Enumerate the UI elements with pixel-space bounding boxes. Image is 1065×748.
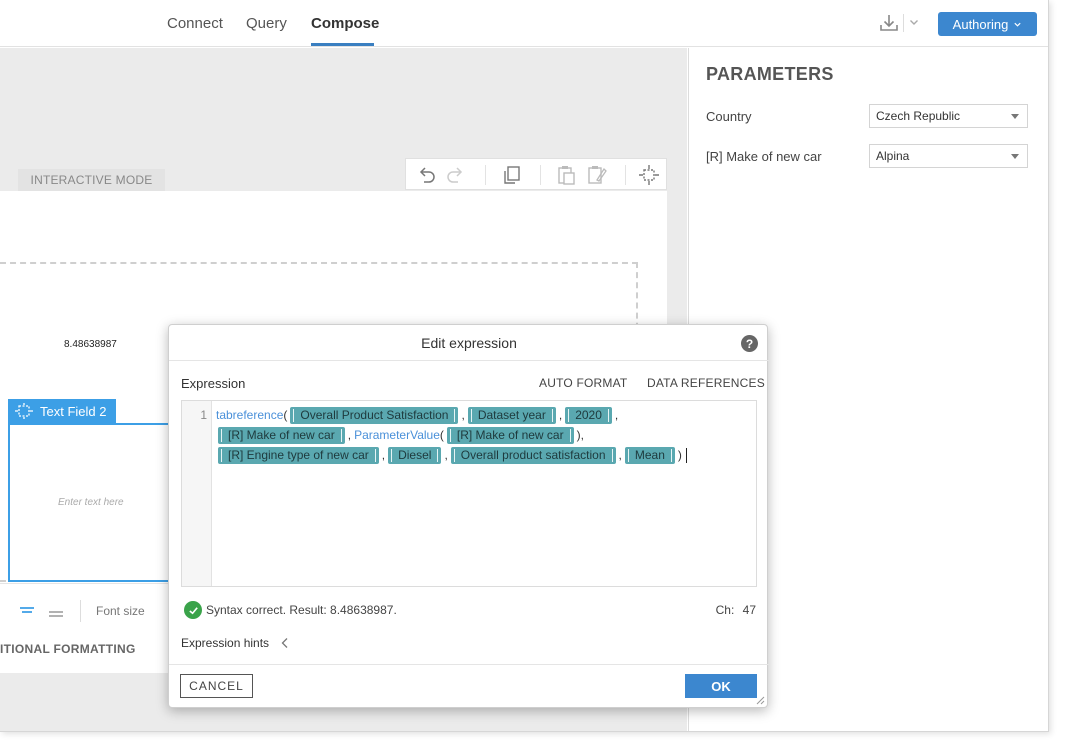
syntax-status: Syntax correct. Result: 8.48638987. bbox=[184, 601, 397, 619]
tab-query[interactable]: Query bbox=[246, 15, 287, 32]
active-tab-indicator bbox=[311, 43, 374, 46]
chevron-down-icon[interactable] bbox=[908, 16, 920, 28]
interactive-mode-tab[interactable]: INTERACTIVE MODE bbox=[18, 169, 165, 191]
select-frame-icon bbox=[15, 403, 33, 419]
syntax-status-text: Syntax correct. Result: 8.48638987. bbox=[206, 603, 397, 617]
font-size-label: Font size bbox=[96, 604, 145, 618]
ok-button[interactable]: OK bbox=[685, 674, 757, 698]
code-line: [R] Engine type of new car , Diesel , Ov… bbox=[218, 446, 687, 464]
expression-label: Expression bbox=[181, 376, 246, 391]
character-count: Ch: 47 bbox=[716, 603, 756, 617]
make-value: Alpina bbox=[876, 149, 910, 163]
paste-format-icon[interactable] bbox=[586, 164, 608, 186]
help-icon[interactable]: ? bbox=[741, 335, 758, 352]
data-reference-token[interactable]: Overall Product Satisfaction bbox=[290, 406, 459, 424]
data-reference-token[interactable]: [R] Engine type of new car bbox=[218, 446, 379, 464]
function-name: tabreference bbox=[216, 408, 284, 422]
select-frame-icon[interactable] bbox=[638, 164, 660, 186]
data-reference-token[interactable]: [R] Make of new car bbox=[446, 426, 574, 444]
tab-connect[interactable]: Connect bbox=[167, 15, 223, 32]
undo-icon[interactable] bbox=[415, 164, 437, 186]
toolbar-divider bbox=[903, 14, 904, 32]
check-circle-icon bbox=[184, 601, 202, 619]
data-reference-token[interactable]: Overall product satisfaction bbox=[450, 446, 616, 464]
param-label-make: [R] Make of new car bbox=[706, 149, 822, 164]
toolbar-divider bbox=[485, 165, 486, 185]
tab-compose[interactable]: Compose bbox=[311, 15, 379, 32]
toolbar-divider bbox=[625, 165, 626, 185]
resize-grip-icon[interactable] bbox=[755, 695, 765, 705]
function-name: ParameterValue bbox=[354, 428, 440, 442]
caret-down-icon bbox=[1011, 154, 1019, 159]
expression-hints-label: Expression hints bbox=[181, 636, 270, 650]
paste-icon[interactable] bbox=[556, 164, 578, 186]
country-select[interactable]: Czech Republic bbox=[869, 104, 1028, 128]
authoring-label: Authoring bbox=[952, 16, 1009, 32]
authoring-button[interactable]: Authoring bbox=[938, 12, 1037, 36]
data-reference-token[interactable]: Diesel bbox=[388, 446, 442, 464]
parameters-title: PARAMETERS bbox=[706, 64, 834, 84]
canvas-toolbar bbox=[405, 158, 667, 190]
data-reference-token[interactable]: Dataset year bbox=[467, 406, 556, 424]
dialog-title-text: Edit expression bbox=[421, 334, 517, 351]
dialog-title: Edit expression ? bbox=[169, 325, 769, 361]
char-value: 47 bbox=[742, 603, 756, 617]
value-display[interactable]: 8.48638987 bbox=[64, 339, 117, 350]
redo-icon[interactable] bbox=[445, 164, 467, 186]
chevron-down-icon bbox=[1014, 22, 1021, 27]
data-references-button[interactable]: DATA REFERENCES bbox=[647, 376, 765, 390]
param-label-country: Country bbox=[706, 109, 752, 124]
top-navigation: Connect Query Compose Authoring bbox=[0, 0, 1048, 47]
text-field-tag[interactable]: Text Field 2 bbox=[8, 399, 116, 423]
make-select[interactable]: Alpina bbox=[869, 144, 1028, 168]
line-gutter: 1 bbox=[182, 401, 212, 586]
char-label: Ch: bbox=[715, 603, 735, 617]
code-line: [R] Make of new car , ParameterValue ( [… bbox=[218, 426, 587, 444]
conditional-formatting-header[interactable]: ITIONAL FORMATTING bbox=[0, 642, 136, 656]
cancel-button[interactable]: CANCEL bbox=[180, 674, 253, 698]
align-bottom-icon[interactable] bbox=[47, 604, 65, 618]
download-icon[interactable] bbox=[878, 12, 900, 34]
text-cursor bbox=[685, 447, 687, 463]
data-reference-token[interactable]: 2020 bbox=[565, 406, 612, 424]
code-line: tabreference ( Overall Product Satisfact… bbox=[216, 406, 619, 424]
chevron-left-icon bbox=[281, 638, 288, 648]
expression-editor[interactable]: 1 tabreference ( Overall Product Satisfa… bbox=[181, 400, 757, 587]
data-reference-token[interactable]: Mean bbox=[624, 446, 675, 464]
line-number: 1 bbox=[200, 408, 207, 422]
toolbar-divider bbox=[540, 165, 541, 185]
formatting-divider bbox=[80, 600, 81, 622]
text-field-name: Text Field 2 bbox=[40, 403, 107, 419]
caret-down-icon bbox=[1011, 114, 1019, 119]
copy-icon[interactable] bbox=[501, 164, 523, 186]
data-reference-token[interactable]: [R] Make of new car bbox=[218, 426, 345, 444]
dialog-footer: CANCEL OK bbox=[169, 664, 769, 708]
auto-format-button[interactable]: AUTO FORMAT bbox=[539, 376, 627, 390]
align-center-icon[interactable] bbox=[18, 604, 36, 618]
country-value: Czech Republic bbox=[876, 109, 961, 123]
expression-hints-toggle[interactable]: Expression hints bbox=[181, 636, 289, 650]
text-field-placeholder: Enter text here bbox=[58, 497, 124, 508]
edit-expression-dialog: Edit expression ? Expression AUTO FORMAT… bbox=[168, 324, 769, 708]
